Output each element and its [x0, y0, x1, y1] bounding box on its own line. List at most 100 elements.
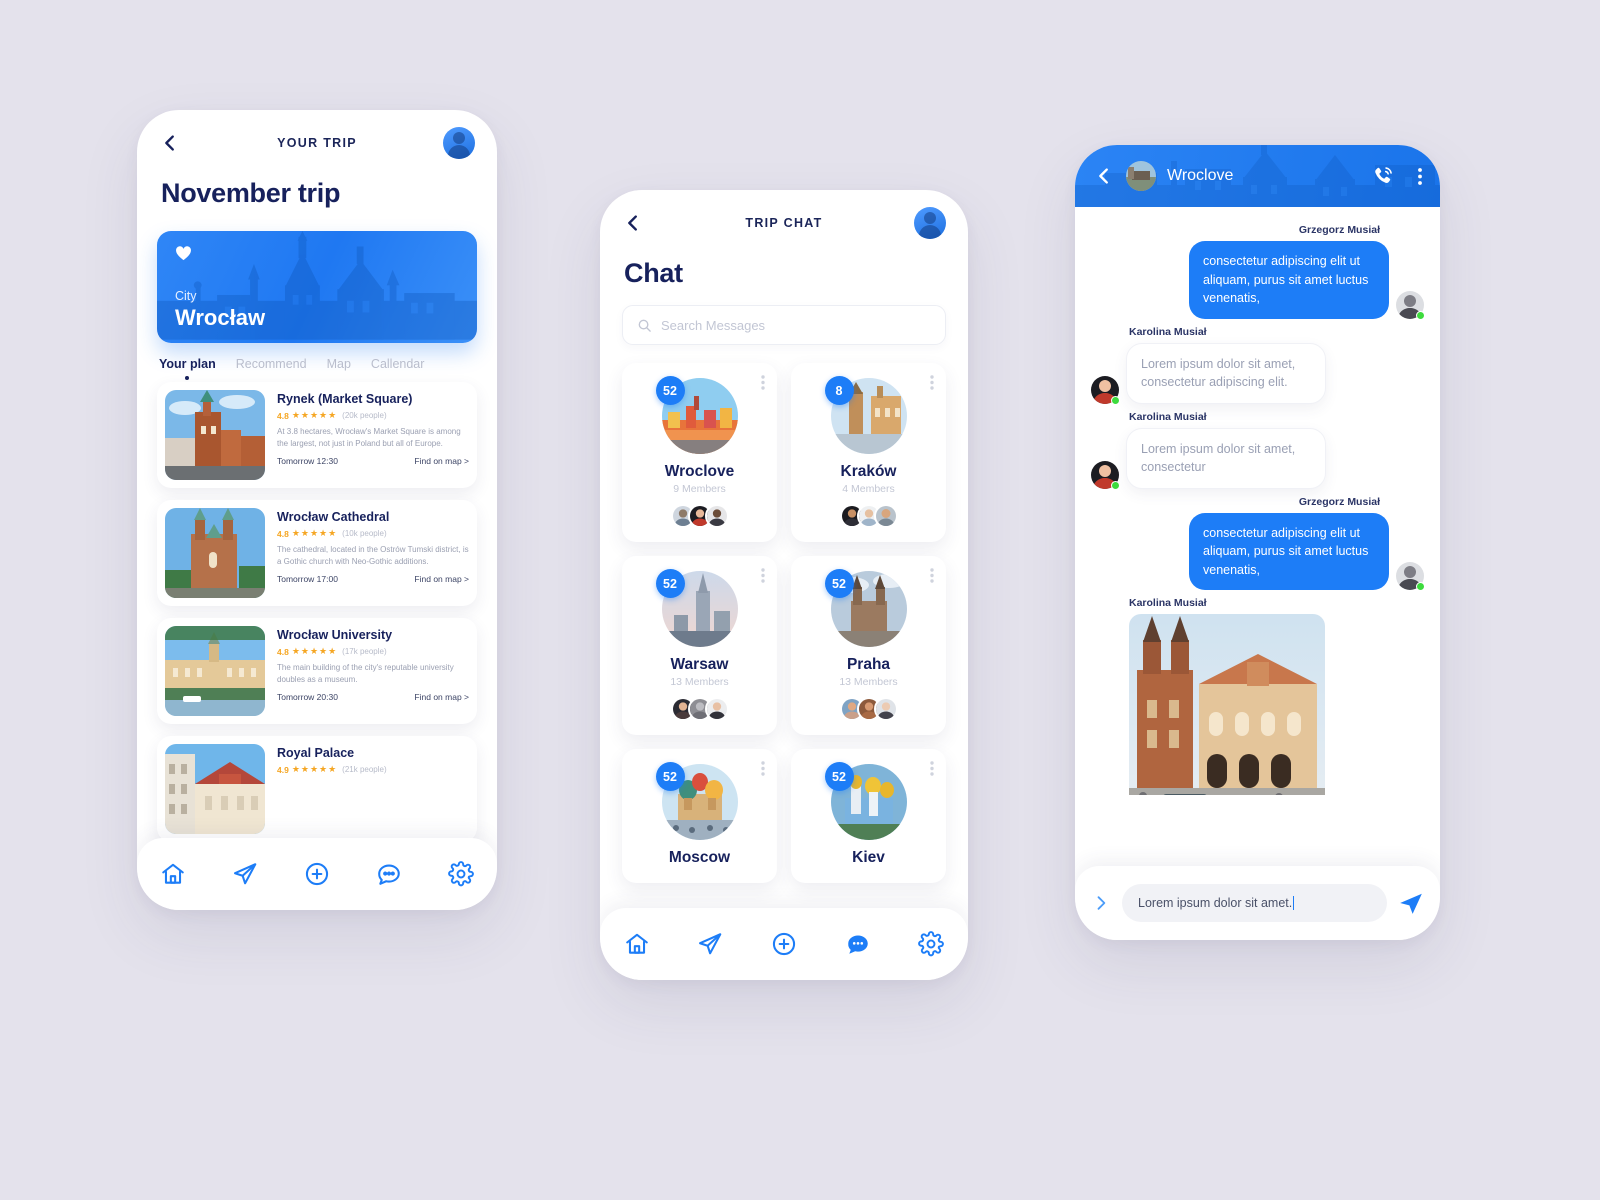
plus-circle-icon[interactable] — [771, 931, 797, 957]
phone-chat-list: TRIP CHAT Chat Search Messages 52 Wroclo… — [600, 190, 968, 980]
rating-value: 4.8 — [277, 528, 289, 539]
chat-group-card[interactable]: 52 Warsaw 13 Members — [622, 556, 777, 735]
sender-avatar — [1091, 460, 1120, 490]
rating-row: 4.8 ★★★★★ (20k people) — [277, 410, 469, 421]
plan-tabs: Your plan Recommend Map Callendar — [137, 343, 497, 380]
member-avatars — [801, 504, 936, 528]
chat-group-card[interactable]: 52 Moscow — [622, 749, 777, 883]
place-description: At 3.8 hectares, Wrocław's Market Square… — [277, 427, 461, 448]
group-avatar[interactable] — [1126, 161, 1156, 191]
place-title: Royal Palace — [277, 746, 355, 760]
chat-bubble-icon[interactable] — [845, 931, 871, 957]
kebab-menu-icon[interactable] — [930, 375, 934, 390]
tab-your-plan[interactable]: Your plan — [159, 357, 216, 380]
avatar[interactable] — [443, 127, 475, 159]
gear-icon[interactable] — [918, 931, 945, 957]
message-sender: Karolina Musiał — [1129, 410, 1207, 423]
phone2-top-nav: TRIP CHAT — [600, 190, 968, 256]
tab-recommend[interactable]: Recommend — [236, 357, 307, 380]
member-avatar — [704, 504, 729, 528]
chat-group-card[interactable]: 52 Wroclove 9 Members — [622, 363, 777, 542]
paper-plane-icon[interactable] — [232, 861, 258, 887]
back-icon[interactable] — [1093, 165, 1115, 187]
online-indicator — [1416, 310, 1425, 320]
plan-card[interactable]: Wrocław Cathedral 4.8 ★★★★★ (10k people)… — [157, 500, 477, 606]
plan-card[interactable]: Rynek (Market Square) 4.8 ★★★★★ (20k peo… — [157, 382, 477, 488]
chat-group-card[interactable]: 8 Kraków 4 Members — [791, 363, 946, 542]
group-name: Kiev — [852, 849, 885, 866]
hero-city-card[interactable]: City Wrocław — [157, 231, 477, 343]
heart-icon[interactable] — [175, 245, 192, 261]
kebab-menu-icon[interactable] — [930, 568, 934, 583]
member-avatar — [873, 504, 898, 528]
kebab-menu-icon[interactable] — [761, 375, 765, 390]
kebab-menu-icon[interactable] — [761, 568, 765, 583]
rating-row: 4.8 ★★★★★ (17k people) — [277, 646, 469, 657]
star-icons: ★★★★★ — [291, 646, 338, 656]
home-icon[interactable] — [624, 931, 650, 957]
plan-card[interactable]: Royal Palace 4.9 ★★★★★ (21k people) — [157, 736, 477, 842]
rating-value: 4.8 — [277, 646, 289, 657]
plan-card[interactable]: Wrocław University 4.8 ★★★★★ (17k people… — [157, 618, 477, 724]
find-on-map-link[interactable]: Find on map > — [414, 574, 469, 584]
online-indicator — [1111, 395, 1120, 405]
rating-row: 4.8 ★★★★★ (10k people) — [277, 528, 469, 539]
conversation-header: Wroclove — [1075, 145, 1440, 207]
member-avatar — [704, 697, 729, 721]
message-sender: Karolina Musiał — [1129, 597, 1207, 609]
kebab-menu-icon[interactable] — [930, 761, 934, 776]
chevron-right-icon[interactable] — [1091, 893, 1111, 913]
conversation-title: Wroclove — [1167, 167, 1234, 184]
kebab-menu-icon[interactable] — [761, 761, 765, 776]
member-avatars — [632, 504, 767, 528]
search-icon — [638, 319, 651, 332]
avatar[interactable] — [914, 207, 946, 239]
rating-row: 4.9 ★★★★★ (21k people) — [277, 764, 469, 775]
hero-city-name: Wrocław — [175, 305, 266, 330]
kebab-menu-icon[interactable] — [1418, 167, 1422, 185]
sender-avatar — [1396, 290, 1425, 320]
tab-callendar[interactable]: Callendar — [371, 357, 425, 380]
gear-icon[interactable] — [448, 861, 474, 887]
message-bubble: Lorem ipsum dolor sit amet, consectetur … — [1126, 342, 1326, 404]
online-indicator — [1111, 480, 1120, 490]
sender-avatar — [1091, 375, 1120, 405]
group-name: Moscow — [668, 849, 731, 866]
page-title: Chat — [624, 258, 683, 288]
group-members: 13 Members — [670, 676, 729, 688]
place-thumbnail — [165, 744, 265, 834]
find-on-map-link[interactable]: Find on map > — [414, 692, 469, 702]
place-description: The cathedral, located in the Ostrów Tum… — [277, 545, 469, 566]
message-sender: Grzegorz Musiał — [1298, 224, 1380, 236]
chat-group-card[interactable]: 52 Kiev — [791, 749, 946, 883]
message-input[interactable]: Lorem ipsum dolor sit amet. — [1122, 884, 1387, 922]
chat-group-card[interactable]: 52 Praha 13 Members — [791, 556, 946, 735]
message-sender: Karolina Musiał — [1129, 325, 1207, 338]
search-placeholder: Search Messages — [661, 317, 766, 333]
unread-badge: 52 — [824, 762, 854, 791]
message-bubble: consectetur adipiscing elit ut aliquam, … — [1189, 241, 1389, 319]
paper-plane-icon[interactable] — [697, 931, 723, 957]
group-name: Wroclove — [664, 463, 735, 480]
unread-badge: 52 — [824, 569, 854, 598]
chat-bubble-icon[interactable] — [376, 861, 402, 887]
home-icon[interactable] — [160, 861, 186, 887]
plus-circle-icon[interactable] — [304, 861, 330, 887]
message-thread[interactable]: Grzegorz Musiał consectetur adipiscing e… — [1075, 207, 1440, 795]
screenshot-stage: YOUR TRIP November trip City Wrocław You… — [0, 0, 1600, 1200]
search-input[interactable]: Search Messages — [622, 305, 946, 345]
place-title: Rynek (Market Square) — [277, 392, 413, 406]
message-photo[interactable] — [1129, 614, 1325, 795]
find-on-map-link[interactable]: Find on map > — [414, 456, 469, 466]
phone1-top-nav: YOUR TRIP — [137, 110, 497, 176]
send-icon[interactable] — [1398, 890, 1424, 916]
bottom-nav — [600, 908, 968, 980]
rating-count: (10k people) — [342, 529, 387, 538]
group-name: Warsaw — [670, 656, 729, 673]
star-icons: ★★★★★ — [291, 764, 338, 774]
phone-call-icon[interactable] — [1371, 165, 1393, 187]
unread-badge: 52 — [655, 376, 685, 405]
sender-avatar — [1396, 562, 1425, 591]
message-bubble: Lorem ipsum dolor sit amet, consectetur — [1126, 427, 1326, 489]
tab-map[interactable]: Map — [327, 357, 351, 380]
